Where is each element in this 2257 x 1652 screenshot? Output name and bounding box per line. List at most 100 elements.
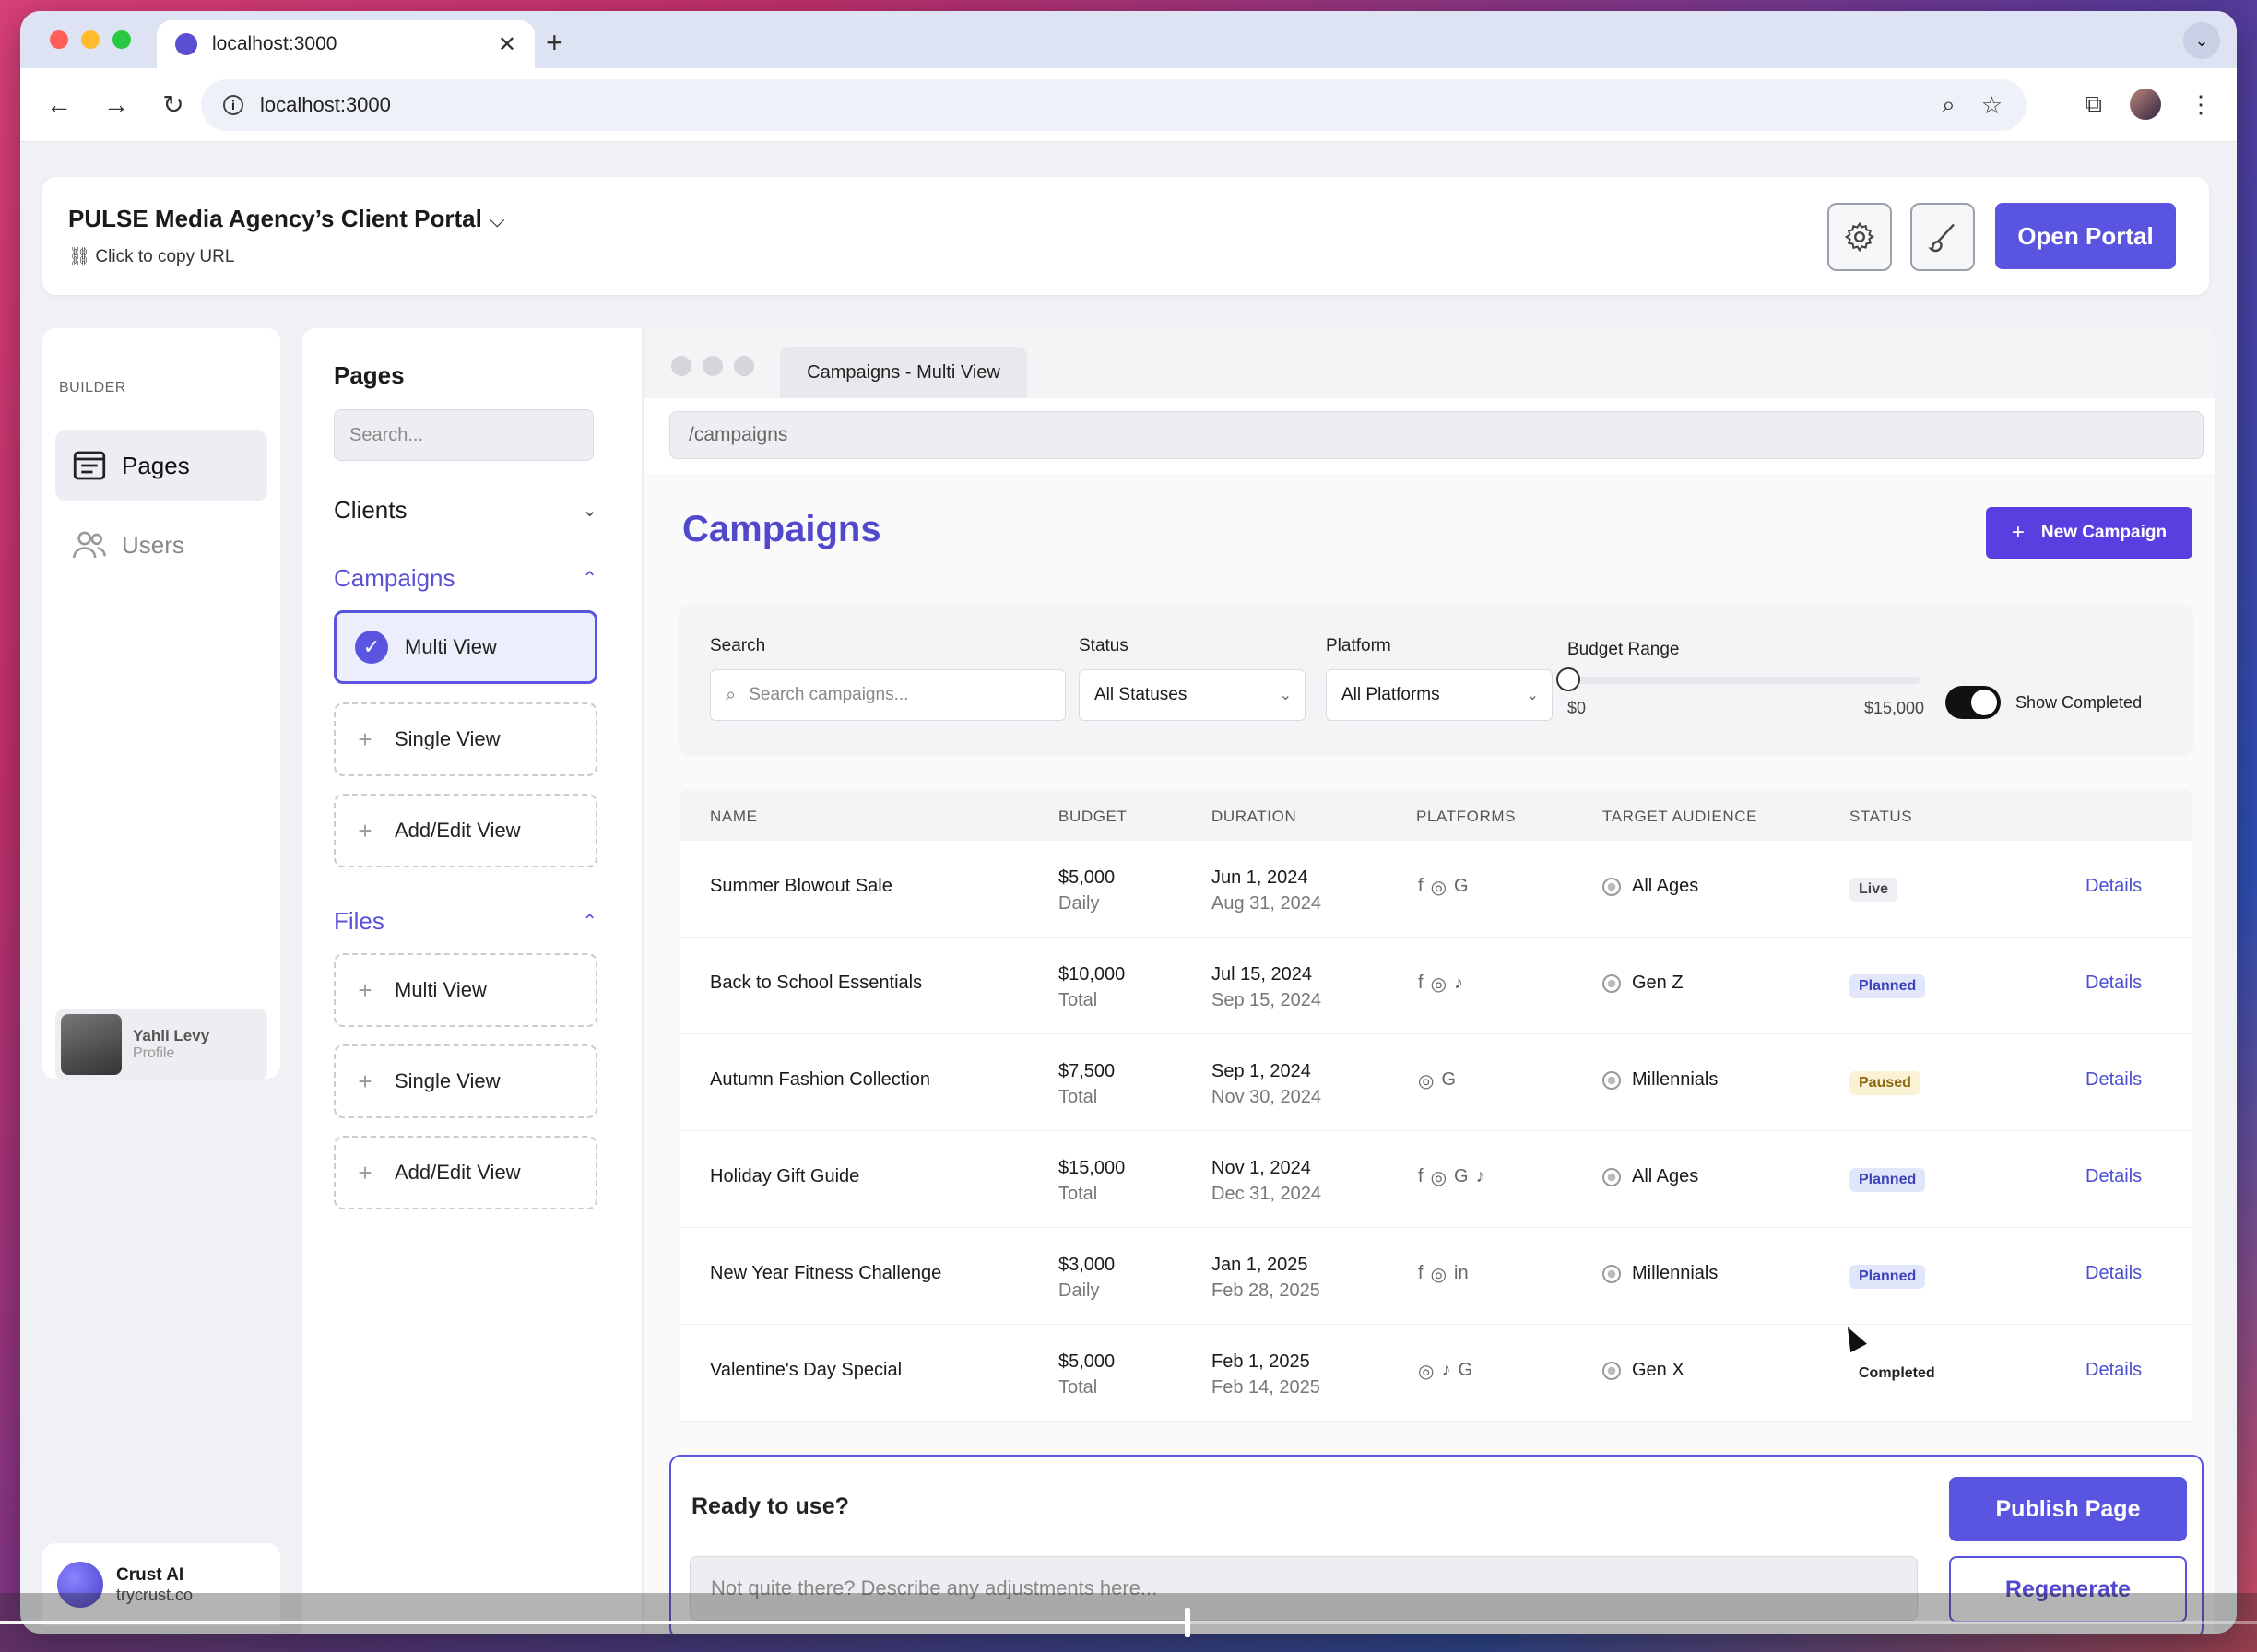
budget-amount: $3,000 bbox=[1058, 1255, 1116, 1275]
page-item-campaigns-multi-view[interactable]: ✓ Multi View bbox=[334, 610, 597, 684]
section-files[interactable]: Files ⌃ bbox=[334, 907, 597, 936]
close-window-button[interactable] bbox=[50, 30, 68, 49]
details-link[interactable]: Details bbox=[2086, 1263, 2142, 1284]
table-row: Valentine's Day Special $5,000 Total Feb… bbox=[680, 1325, 2192, 1422]
instagram-icon: ◎ bbox=[1418, 1071, 1435, 1092]
details-link[interactable]: Details bbox=[2086, 876, 2142, 897]
campaign-name: Holiday Gift Guide bbox=[710, 1166, 860, 1186]
instagram-icon: ◎ bbox=[1430, 1265, 1448, 1285]
page-item-campaigns-single-view[interactable]: + Single View bbox=[334, 702, 597, 776]
details-link[interactable]: Details bbox=[2086, 973, 2142, 994]
browser-window: localhost:3000 ✕ + ⌄ ← → ↻ i localhost:3… bbox=[20, 11, 2237, 1634]
column-header-target-audience: TARGET AUDIENCE bbox=[1602, 808, 1758, 825]
video-progress-handle[interactable] bbox=[1185, 1608, 1191, 1637]
window-controls bbox=[50, 30, 131, 49]
audience-label: Gen Z bbox=[1632, 973, 1684, 993]
maximize-window-button[interactable] bbox=[112, 30, 131, 49]
chevron-down-icon: ⌄ bbox=[1279, 688, 1292, 703]
new-tab-icon[interactable]: + bbox=[546, 26, 563, 60]
pages-search-input[interactable]: Search... bbox=[334, 409, 594, 461]
campaign-search-input[interactable]: ⌕ Search campaigns... bbox=[710, 669, 1066, 721]
facebook-icon: f bbox=[1418, 1166, 1424, 1186]
preview-path-input[interactable]: /campaigns bbox=[669, 411, 2204, 459]
open-portal-button[interactable]: Open Portal bbox=[1995, 203, 2176, 269]
section-campaigns[interactable]: Campaigns ⌃ bbox=[334, 564, 597, 593]
platform-select[interactable]: All Platforms ⌄ bbox=[1326, 669, 1553, 721]
platform-icons: f ◎ ♪ bbox=[1418, 973, 1463, 996]
table-row: Autumn Fashion Collection $7,500 Total S… bbox=[680, 1034, 2192, 1131]
campaign-name: Back to School Essentials bbox=[710, 973, 923, 993]
site-info-icon[interactable]: i bbox=[223, 95, 243, 115]
budget-type: Daily bbox=[1058, 1280, 1100, 1301]
column-header-platforms: PLATFORMS bbox=[1416, 808, 1517, 825]
campaign-budget: $5,000 Daily bbox=[1058, 865, 1115, 916]
budget-range-slider[interactable] bbox=[1567, 677, 1920, 684]
favicon-icon bbox=[175, 33, 197, 55]
user-profile-card[interactable]: Yahli Levy Profile bbox=[55, 1009, 267, 1080]
page-item-files-add-edit-view[interactable]: + Add/Edit View bbox=[334, 1136, 597, 1210]
campaign-duration: Sep 1, 2024 Nov 30, 2024 bbox=[1211, 1058, 1321, 1110]
google-icon: G bbox=[1454, 876, 1469, 896]
copy-url-link[interactable]: ⛓ Click to copy URL bbox=[68, 245, 234, 267]
budget-amount: $5,000 bbox=[1058, 1351, 1116, 1372]
close-tab-icon[interactable]: ✕ bbox=[498, 31, 516, 58]
back-icon[interactable]: ← bbox=[41, 90, 77, 120]
extensions-icon[interactable]: ⧉ bbox=[2085, 89, 2102, 119]
page-item-campaigns-add-edit-view[interactable]: + Add/Edit View bbox=[334, 794, 597, 867]
budget-amount: $10,000 bbox=[1058, 964, 1126, 985]
theme-brush-button[interactable] bbox=[1910, 203, 1975, 271]
budget-min: $0 bbox=[1567, 699, 1587, 717]
budget-range-handle[interactable] bbox=[1556, 667, 1580, 691]
tab-title: localhost:3000 bbox=[212, 33, 337, 54]
page-item-label: Single View bbox=[395, 1069, 501, 1092]
portal-title[interactable]: PULSE Media Agency’s Client Portal ⌵ bbox=[68, 205, 505, 233]
zoom-icon[interactable]: ⌕ bbox=[1942, 90, 1956, 120]
target-audience: Gen Z bbox=[1602, 973, 1684, 994]
reload-icon[interactable]: ↻ bbox=[155, 89, 192, 120]
video-progress-bar[interactable] bbox=[0, 1593, 2257, 1652]
end-date: Feb 14, 2025 bbox=[1211, 1377, 1320, 1398]
column-header-duration: DURATION bbox=[1211, 808, 1297, 825]
page-item-files-single-view[interactable]: + Single View bbox=[334, 1044, 597, 1118]
status-badge: Planned bbox=[1849, 1265, 1926, 1289]
search-placeholder: Search campaigns... bbox=[749, 685, 909, 704]
sidebar-item-pages[interactable]: Pages bbox=[55, 430, 267, 502]
details-link[interactable]: Details bbox=[2086, 1069, 2142, 1091]
details-link[interactable]: Details bbox=[2086, 1360, 2142, 1381]
new-campaign-button[interactable]: + New Campaign bbox=[1986, 507, 2192, 559]
sidebar-item-users[interactable]: Users bbox=[55, 509, 267, 581]
brush-icon bbox=[1928, 223, 1955, 253]
pages-search-placeholder: Search... bbox=[349, 424, 424, 445]
publish-page-button[interactable]: Publish Page bbox=[1949, 1477, 2187, 1541]
table-row: Back to School Essentials $10,000 Total … bbox=[680, 938, 2192, 1034]
audience-label: All Ages bbox=[1632, 1166, 1699, 1186]
column-header-name: NAME bbox=[710, 808, 758, 825]
platform-icons: f ◎ G ♪ bbox=[1418, 1166, 1485, 1189]
campaign-duration: Nov 1, 2024 Dec 31, 2024 bbox=[1211, 1155, 1321, 1207]
app-area: PULSE Media Agency’s Client Portal ⌵ ⛓ Cl… bbox=[20, 142, 2237, 1634]
section-clients[interactable]: Clients ⌄ bbox=[334, 496, 597, 525]
browser-tab[interactable]: localhost:3000 ✕ bbox=[157, 20, 535, 68]
start-date: Jul 15, 2024 bbox=[1211, 964, 1312, 985]
column-header-status: STATUS bbox=[1849, 808, 1913, 825]
check-icon: ✓ bbox=[355, 631, 388, 664]
status-select[interactable]: All Statuses ⌄ bbox=[1079, 669, 1306, 721]
pages-panel-title: Pages bbox=[334, 361, 405, 389]
bookmark-star-icon[interactable]: ☆ bbox=[1981, 91, 2003, 120]
settings-button[interactable] bbox=[1827, 203, 1892, 271]
url-input[interactable]: i localhost:3000 ⌕ ☆ bbox=[201, 79, 2027, 131]
budget-type: Total bbox=[1058, 1087, 1098, 1107]
profile-avatar[interactable] bbox=[2130, 88, 2161, 120]
forward-icon[interactable]: → bbox=[98, 90, 135, 120]
show-completed-toggle[interactable] bbox=[1945, 686, 2001, 719]
details-link[interactable]: Details bbox=[2086, 1166, 2142, 1187]
plus-icon: + bbox=[358, 725, 372, 753]
page-item-files-multi-view[interactable]: + Multi View bbox=[334, 953, 597, 1027]
minimize-window-button[interactable] bbox=[81, 30, 100, 49]
search-icon: ⌕ bbox=[726, 684, 737, 705]
tab-search-icon[interactable]: ⌄ bbox=[2183, 22, 2220, 59]
browser-menu-icon[interactable]: ⋮ bbox=[2189, 90, 2213, 119]
status-badge: Paused bbox=[1849, 1071, 1920, 1095]
brand-name: Crust AI bbox=[116, 1564, 184, 1585]
start-date: Jun 1, 2024 bbox=[1211, 867, 1308, 888]
